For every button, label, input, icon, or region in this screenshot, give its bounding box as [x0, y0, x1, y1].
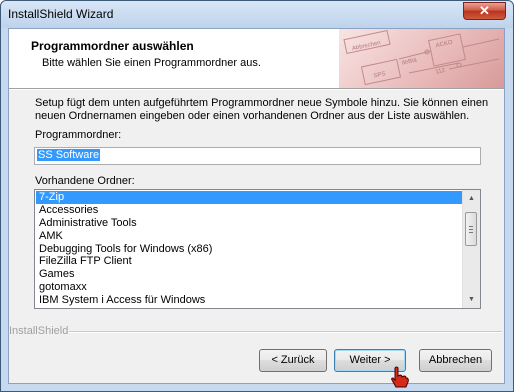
- folder-list-item[interactable]: 7-Zip: [36, 191, 464, 204]
- header-title: Programmordner auswählen: [31, 39, 194, 53]
- close-button[interactable]: ✕: [463, 2, 506, 20]
- wizard-header: Programmordner auswählen Bitte wählen Si…: [9, 29, 504, 89]
- intro-text: Setup fügt dem unten aufgeführtem Progra…: [35, 97, 489, 122]
- installshield-brand: InstallShield: [9, 325, 69, 337]
- art-label-112: 112: [435, 68, 446, 76]
- existing-folders-list[interactable]: 7-Zip Accessories Administrative Tools AMK D…: [34, 189, 481, 309]
- scroll-down-button[interactable]: ▼: [464, 292, 479, 307]
- folder-list-item[interactable]: Accessories: [36, 204, 464, 217]
- folder-list-item[interactable]: AMK: [36, 230, 464, 243]
- art-label-debia: deBiä: [401, 57, 418, 66]
- art-label-sps: SPS: [373, 71, 386, 79]
- folder-list-item[interactable]: gotomaxx: [36, 281, 464, 294]
- wizard-client-area: Programmordner auswählen Bitte wählen Si…: [8, 28, 505, 384]
- header-banner-image: Abbrechen SPS ACKO deBiä 112: [339, 29, 504, 88]
- existing-folders-label: Vorhandene Ordner:: [35, 175, 135, 187]
- header-subtitle: Bitte wählen Sie einen Programmordner au…: [42, 57, 261, 69]
- scroll-up-button[interactable]: ▲: [464, 191, 479, 206]
- folder-list-item[interactable]: FileZilla FTP Client: [36, 255, 464, 268]
- art-label-abbrechen: Abbrechen: [352, 40, 382, 52]
- title-bar[interactable]: InstallShield Wizard ✕: [1, 1, 513, 28]
- folder-list-item[interactable]: Games: [36, 268, 464, 281]
- art-label-acko: ACKO: [435, 40, 453, 49]
- program-folder-input[interactable]: SS Software: [34, 147, 481, 165]
- program-folder-label: Programmordner:: [35, 129, 122, 141]
- grip-line: [469, 232, 473, 233]
- circuit-diagram-graphic: Abbrechen SPS ACKO deBiä 112: [343, 29, 500, 86]
- folder-list-item[interactable]: Debugging Tools for Windows (x86): [36, 243, 464, 256]
- cancel-button[interactable]: Abbrechen: [419, 349, 492, 372]
- grip-line: [469, 226, 473, 227]
- folder-list-item[interactable]: IBM System i Access für Windows: [36, 294, 464, 307]
- grip-line: [469, 229, 473, 230]
- list-scrollbar[interactable]: ▲ ▼: [462, 190, 480, 308]
- close-icon: ✕: [479, 3, 490, 18]
- existing-folders-items: 7-Zip Accessories Administrative Tools AMK D…: [36, 191, 464, 307]
- footer-divider: [69, 331, 502, 333]
- back-button[interactable]: < Zurück: [259, 349, 327, 372]
- scroll-thumb[interactable]: [465, 212, 477, 246]
- hand-cursor-icon: [391, 366, 409, 388]
- header-separator: [9, 89, 504, 90]
- window-title: InstallShield Wizard: [8, 7, 114, 21]
- program-folder-value: SS Software: [37, 149, 101, 161]
- folder-list-item[interactable]: Administrative Tools: [36, 217, 464, 230]
- installshield-window: InstallShield Wizard ✕ Programmordner au…: [0, 0, 514, 392]
